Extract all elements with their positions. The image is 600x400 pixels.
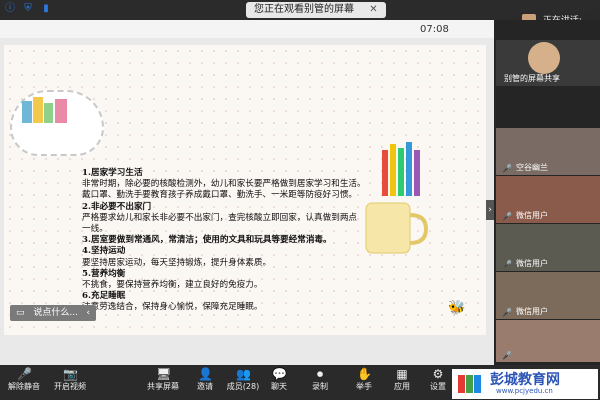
- chat-icon: ▭: [16, 308, 25, 318]
- button-label: 邀请: [197, 382, 213, 391]
- participant-tile[interactable]: 🎤 微信用户: [496, 176, 600, 223]
- button-label: 解除静音: [8, 382, 40, 391]
- hand-icon: ✋: [357, 367, 372, 381]
- section-line: 戴口罩、勤洗手要教育孩子养成戴口罩、勤洗手、一米距等防疫好习惯。: [82, 190, 358, 201]
- meeting-timer: 07:08: [420, 24, 449, 35]
- logo-url: www.pcjyedu.cn: [496, 387, 553, 395]
- mic-icon: 🎤: [502, 351, 512, 360]
- section-6: 6.充足睡眠 注意劳逸结合，保持身心愉悦，保障充足睡眠。: [82, 291, 382, 313]
- section-line: 严格要求幼儿和家长非必要不出家门，查完核酸立即回家，认真做到两点: [82, 212, 358, 223]
- record-button[interactable]: ⏺ 录制: [306, 367, 334, 392]
- button-label: 设置: [430, 382, 446, 391]
- participant-tile[interactable]: 🎤 微信用户: [496, 272, 600, 319]
- apps-icon: ▦: [396, 367, 408, 381]
- section-1: 1.居家学习生活 非常时期，除必要的核酸检测外，幼儿和家长要严格做到居家学习和生…: [82, 168, 382, 202]
- host-tile[interactable]: 别管的屏幕共享: [496, 40, 600, 86]
- section-title: 5.营养均衡: [82, 268, 126, 279]
- logo-text: 彭城教育网: [490, 372, 560, 388]
- button-label: 共享屏幕: [147, 382, 179, 391]
- participant-tile[interactable]: 🎤 微信用户: [496, 224, 600, 271]
- participant-name: 空谷幽兰: [516, 163, 548, 172]
- chat-placeholder: 说点什么...: [33, 308, 78, 318]
- section-title: 3.居室要做到常通风，常清洁；使用的文具和玩具等要经常消毒。: [82, 235, 332, 246]
- button-label: 录制: [312, 382, 328, 391]
- participant-tile[interactable]: 🎤 空谷幽兰: [496, 128, 600, 175]
- button-label: 应用: [394, 382, 410, 391]
- watermark-logo: 彭城教育网 www.pcjyedu.cn: [452, 369, 598, 399]
- button-label: 举手: [356, 382, 372, 391]
- members-icon: 👥: [236, 367, 251, 381]
- raise-hand-button[interactable]: ✋ 举手: [350, 367, 378, 392]
- invite-button[interactable]: 👤 邀请: [192, 367, 218, 392]
- mic-icon: 🎤: [502, 212, 512, 221]
- section-line: 不挑食，要保持营养均衡，建立良好的免疫力。: [82, 280, 263, 291]
- section-title: 1.居家学习生活: [82, 168, 143, 178]
- section-line: 要坚持居家运动，每天坚持锻炼，提升身体素质。: [82, 257, 272, 268]
- slide-content: 1.居家学习生活 非常时期，除必要的核酸检测外，幼儿和家长要严格做到居家学习和生…: [82, 168, 382, 314]
- section-title: 6.充足睡眠: [82, 291, 126, 302]
- shield-icon[interactable]: ⛨: [22, 3, 34, 15]
- close-icon[interactable]: ✕: [369, 4, 377, 15]
- section-line: 注意劳逸结合，保持身心愉悦，保障充足睡眠。: [82, 302, 263, 313]
- viewing-banner: 您正在观看别管的屏幕 ✕: [246, 2, 386, 18]
- unmute-button[interactable]: 🎤 解除静音: [6, 367, 42, 392]
- mic-icon: 🎤: [502, 260, 512, 269]
- chat-button[interactable]: 💬 聊天: [265, 367, 293, 392]
- settings-button[interactable]: ⚙ 设置: [424, 367, 452, 392]
- logo-mark-icon: [458, 375, 481, 393]
- video-off-icon: 📷: [63, 367, 78, 381]
- collapse-sidebar-button[interactable]: ›: [486, 200, 494, 220]
- button-label: 开启视频: [54, 382, 86, 391]
- chat-input[interactable]: ▭ 说点什么... ‹: [10, 305, 96, 321]
- members-button[interactable]: 👥 成员(28): [225, 367, 261, 392]
- participant-tile[interactable]: 🎤: [496, 320, 600, 362]
- section-title: 4.坚持运动: [82, 246, 126, 257]
- section-5: 5.营养均衡 不挑食，要保持营养均衡，建立良好的免疫力。: [82, 269, 382, 291]
- section-4: 4.坚持运动 要坚持居家运动，每天坚持锻炼，提升身体素质。: [82, 246, 382, 268]
- bee-icon: 🐝: [448, 300, 466, 316]
- button-label: 成员(28): [226, 382, 260, 391]
- start-video-button[interactable]: 📷 开启视频: [52, 367, 88, 392]
- mic-icon: 🎤: [502, 308, 512, 317]
- viewing-text: 您正在观看别管的屏幕: [254, 4, 354, 15]
- section-3: 3.居室要做到常通风，常清洁；使用的文具和玩具等要经常消毒。: [82, 235, 382, 246]
- chat-bubble-icon: 💬: [272, 367, 287, 381]
- section-2: 2.非必要不出家门 严格要求幼儿和家长非必要不出家门，查完核酸立即回家，认真做到…: [82, 202, 382, 236]
- gear-icon: ⚙: [432, 367, 444, 381]
- mic-icon: 🎤: [502, 164, 512, 173]
- participant-name: 微信用户: [516, 259, 548, 268]
- apps-button[interactable]: ▦ 应用: [388, 367, 416, 392]
- chevron-left-icon[interactable]: ‹: [86, 305, 90, 321]
- host-name: 别管的屏幕共享: [504, 74, 560, 83]
- info-icon[interactable]: ⓘ: [4, 3, 16, 15]
- section-title: 2.非必要不出家门: [82, 201, 152, 212]
- invite-icon: 👤: [198, 367, 213, 381]
- record-icon: ⏺: [316, 367, 323, 381]
- participant-name: 微信用户: [516, 211, 548, 220]
- signal-icon[interactable]: ▮: [40, 3, 52, 15]
- share-screen-icon: 🖥: [156, 367, 172, 381]
- books-illustration: [22, 97, 67, 123]
- section-line: 非常时期，除必要的核酸检测外，幼儿和家长要严格做到居家学习和生活。: [82, 179, 366, 190]
- share-screen-button[interactable]: 🖥 共享屏幕: [145, 367, 181, 392]
- avatar: [528, 42, 560, 74]
- participant-name: 微信用户: [516, 307, 548, 316]
- button-label: 聊天: [271, 382, 287, 391]
- mic-off-icon: 🎤: [17, 367, 32, 381]
- section-line: 一线。: [82, 224, 108, 235]
